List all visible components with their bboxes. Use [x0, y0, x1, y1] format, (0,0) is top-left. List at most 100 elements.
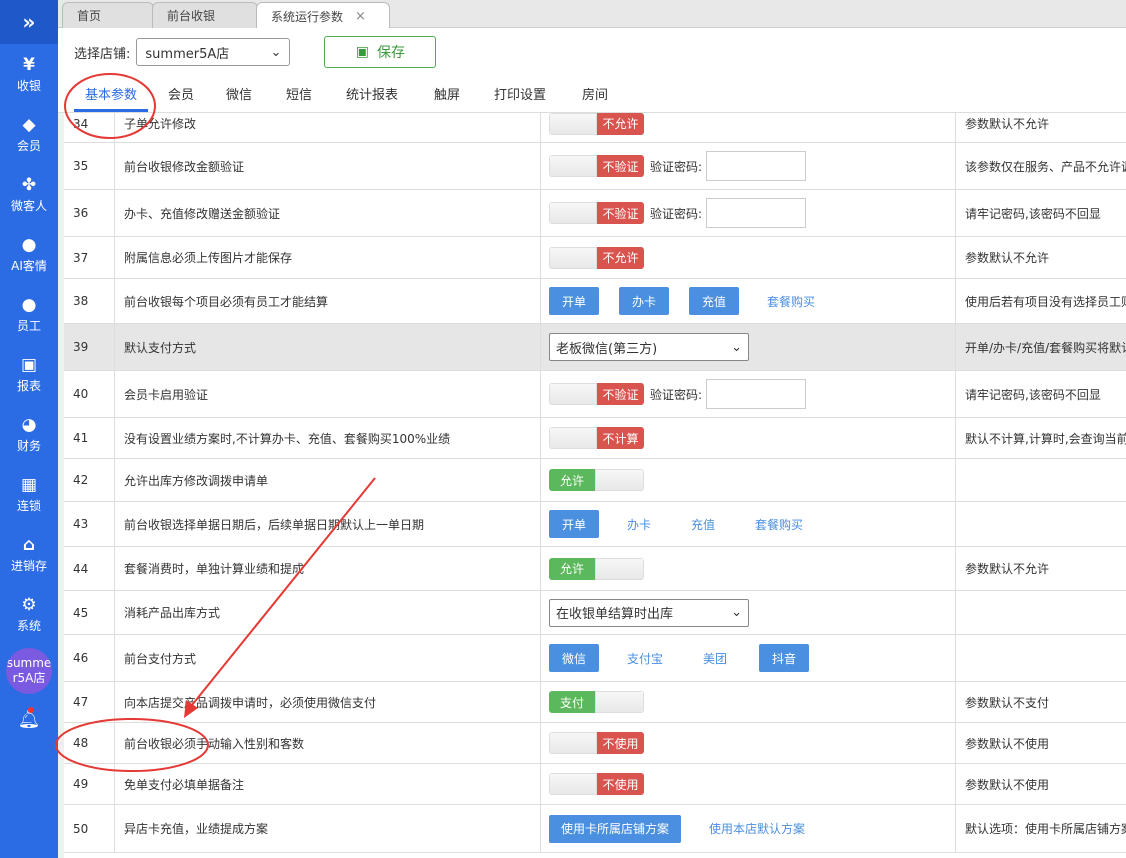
tab-print-settings[interactable]: 打印设置 [494, 84, 546, 112]
sidebar-item-member[interactable]: ◆ 会员 [0, 104, 58, 164]
table-row: 47 向本店提交产品调拨申请时，必须使用微信支付 支付 参数默认不支付 [64, 682, 1126, 723]
notification-bell[interactable]: 🔔︎ [0, 694, 58, 744]
row-note [956, 635, 1126, 681]
tab-member[interactable]: 会员 [168, 84, 194, 112]
toggle-state: 不使用 [597, 773, 644, 795]
tab-sms[interactable]: 短信 [286, 84, 312, 112]
sidebar-item-chain[interactable]: ▦ 连锁 [0, 464, 58, 524]
sidebar-collapse-icon[interactable]: » [0, 0, 58, 44]
open-order-button[interactable]: 开单 [549, 510, 599, 538]
toggle-switch[interactable]: 不验证 [549, 383, 644, 405]
table-row: 40 会员卡启用验证 不验证 验证密码: 请牢记密码,该密码不回显 [64, 371, 1126, 418]
row-number: 48 [64, 723, 115, 763]
row-number: 41 [64, 418, 115, 458]
ai-person-icon: ● [21, 234, 37, 255]
tab-home[interactable]: 首页 [62, 2, 154, 28]
tab-system-params[interactable]: 系统运行参数 × [256, 2, 390, 29]
sidebar-item-label: 报表 [16, 378, 41, 393]
toggle-switch[interactable]: 不计算 [549, 427, 644, 449]
toggle-state: 不验证 [597, 383, 644, 405]
tab-cashier[interactable]: 前台收银 [152, 2, 258, 28]
toggle-state: 允许 [549, 469, 595, 491]
close-icon[interactable]: × [355, 9, 366, 24]
package-link[interactable]: 套餐购买 [759, 293, 823, 310]
sidebar-item-inventory[interactable]: ⌂ 进销存 [0, 524, 58, 584]
sidebar-item-wechat-guest[interactable]: ✤ 微客人 [0, 164, 58, 224]
stock-out-select[interactable]: 在收银单结算时出库 ⌄ [549, 598, 749, 627]
local-store-plan-link[interactable]: 使用本店默认方案 [701, 820, 813, 837]
row-number: 39 [64, 324, 115, 370]
toggle-state: 允许 [549, 557, 595, 580]
toggle-switch[interactable]: 不允许 [549, 246, 644, 269]
toggle-switch[interactable]: 支付 [549, 691, 644, 713]
alipay-link[interactable]: 支付宝 [619, 650, 671, 667]
params-table: 34 子单允许修改 不允许 参数默认不允许 35 前台收银修改金额验证 不验证 … [64, 113, 1126, 858]
table-row: 34 子单允许修改 不允许 参数默认不允许 [64, 113, 1126, 143]
open-order-button[interactable]: 开单 [549, 287, 599, 315]
sidebar-item-finance[interactable]: ◕ 财务 [0, 404, 58, 464]
card-button[interactable]: 办卡 [619, 287, 669, 315]
toggle-switch[interactable]: 不使用 [549, 773, 644, 795]
row-name: 消耗产品出库方式 [115, 591, 541, 634]
card-link[interactable]: 办卡 [619, 516, 659, 533]
table-row: 49 免单支付必填单据备注 不使用 参数默认不使用 [64, 764, 1126, 805]
row-number: 43 [64, 502, 115, 546]
sidebar-item-ai[interactable]: ● AI客情 [0, 224, 58, 284]
password-input[interactable] [706, 379, 807, 409]
package-link[interactable]: 套餐购买 [747, 516, 811, 533]
row-name: 允许出库方修改调拨申请单 [115, 459, 541, 501]
card-store-plan-button[interactable]: 使用卡所属店铺方案 [549, 814, 682, 843]
store-label: 选择店铺: [74, 46, 131, 62]
row-number: 45 [64, 591, 115, 634]
table-row: 42 允许出库方修改调拨申请单 允许 [64, 459, 1126, 502]
password-label: 验证密码: [650, 206, 703, 221]
chevron-down-icon: ⌄ [731, 339, 742, 355]
floppy-icon: ▣ [355, 44, 369, 60]
toggle-switch[interactable]: 不使用 [549, 732, 644, 754]
store-select[interactable]: summer5A店 ⌄ [136, 38, 291, 66]
row-name: 前台收银选择单据日期后，后续单据日期默认上一单日期 [115, 502, 541, 546]
sidebar: » ¥ 收银 ◆ 会员 ✤ 微客人 ● AI客情 ● 员工 ▣ 报表 ◕ 财务 … [0, 0, 58, 858]
row-note: 参数默认不允许 [965, 251, 1050, 265]
row-note: 使用后若有项目没有选择员工则 [965, 294, 1126, 309]
recharge-link[interactable]: 充值 [683, 516, 723, 533]
toggle-switch[interactable]: 不验证 [549, 202, 644, 224]
toggle-state: 不允许 [597, 113, 644, 135]
row-note: 默认选项：使用卡所属店铺方案 [965, 822, 1126, 836]
sidebar-item-cashier[interactable]: ¥ 收银 [0, 44, 58, 104]
toggle-switch[interactable]: 不允许 [549, 113, 644, 135]
sidebar-item-system[interactable]: ⚙ 系统 [0, 584, 58, 644]
row-name: 前台收银每个项目必须有员工才能结算 [115, 279, 541, 323]
sidebar-item-report[interactable]: ▣ 报表 [0, 344, 58, 404]
save-button[interactable]: ▣ 保存 [324, 36, 437, 68]
toggle-switch[interactable]: 允许 [549, 469, 644, 491]
tab-basic-params[interactable]: 基本参数 [74, 84, 148, 112]
row-note: 参数默认不支付 [965, 695, 1050, 710]
tab-stats-report[interactable]: 统计报表 [346, 84, 398, 112]
row-name: 默认支付方式 [115, 324, 541, 370]
table-row: 37 附属信息必须上传图片才能保存 不允许 参数默认不允许 [64, 237, 1126, 279]
douyin-button[interactable]: 抖音 [759, 644, 810, 672]
sidebar-item-staff[interactable]: ● 员工 [0, 284, 58, 344]
tab-label: 系统运行参数 [271, 9, 344, 24]
password-input[interactable] [706, 151, 807, 181]
table-row: 50 异店卡充值，业绩提成方案 使用卡所属店铺方案 使用本店默认方案 默认选项：… [64, 805, 1126, 853]
payment-method-select[interactable]: 老板微信(第三方) ⌄ [549, 333, 749, 361]
password-input[interactable] [706, 198, 807, 228]
toggle-switch[interactable]: 不验证 [549, 155, 644, 177]
tab-touch[interactable]: 触屏 [434, 84, 460, 112]
table-row: 45 消耗产品出库方式 在收银单结算时出库 ⌄ [64, 591, 1126, 635]
meituan-link[interactable]: 美团 [695, 650, 735, 667]
store-avatar[interactable]: summer5A店 [6, 648, 52, 694]
row-note: 参数默认不使用 [965, 736, 1050, 751]
tab-room[interactable]: 房间 [582, 84, 608, 112]
tab-wechat[interactable]: 微信 [226, 84, 252, 112]
sidebar-item-label: 微客人 [10, 198, 47, 213]
recharge-button[interactable]: 充值 [689, 287, 739, 315]
row-number: 36 [64, 190, 115, 236]
sidebar-item-label: 收银 [16, 78, 41, 93]
table-row: 36 办卡、充值修改赠送金额验证 不验证 验证密码: 请牢记密码,该密码不回显 [64, 190, 1126, 237]
toggle-switch[interactable]: 允许 [549, 557, 644, 580]
wechat-pay-button[interactable]: 微信 [549, 644, 599, 672]
monitor-icon: ▣ [20, 354, 38, 375]
